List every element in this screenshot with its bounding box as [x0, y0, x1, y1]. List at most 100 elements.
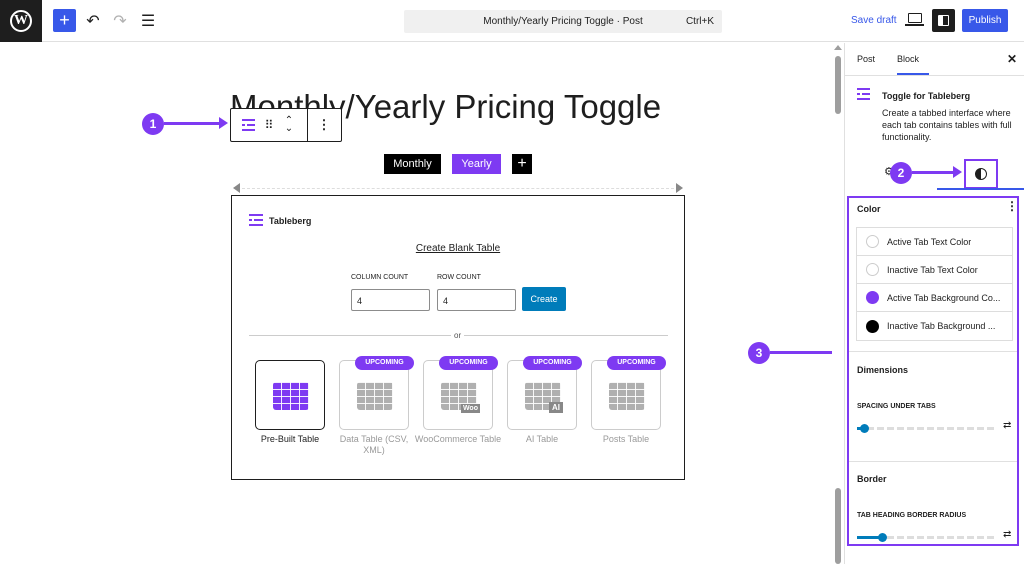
- canvas-scrollbar[interactable]: [832, 43, 844, 564]
- styles-tab-indicator: [937, 188, 1024, 190]
- scrollbar-thumb[interactable]: [835, 56, 841, 114]
- data-table-label: Data Table (CSV, XML): [339, 434, 409, 455]
- preview-icon[interactable]: [905, 13, 924, 26]
- row-count-input[interactable]: 4: [437, 289, 516, 311]
- color-item-inactive-text[interactable]: Inactive Tab Text Color: [857, 256, 1012, 284]
- color-options-icon[interactable]: ⋮: [1006, 200, 1018, 212]
- close-icon[interactable]: ✕: [1007, 52, 1017, 66]
- section-divider: [849, 351, 1017, 352]
- spacing-under-tabs-label: SPACING UNDER TABS: [857, 403, 936, 410]
- upcoming-badge: UPCOMING: [523, 356, 582, 370]
- tab-monthly[interactable]: Monthly: [384, 154, 441, 174]
- slider-thumb[interactable]: [878, 533, 887, 542]
- annotation-arrow-3: [770, 346, 848, 358]
- scroll-right-arrow-icon[interactable]: [676, 183, 683, 193]
- prebuilt-table-label: Pre-Built Table: [260, 434, 320, 444]
- tableberg-icon: [241, 119, 255, 131]
- tableberg-logo-icon: [249, 214, 263, 227]
- custom-size-icon[interactable]: ⇄: [1003, 420, 1011, 431]
- posts-table-icon: [609, 382, 645, 410]
- woocommerce-table-label: WooCommerce Table: [414, 434, 502, 444]
- section-divider: [849, 461, 1017, 462]
- undo-icon[interactable]: ↶: [82, 10, 104, 32]
- scroll-up-arrow-icon[interactable]: [834, 45, 842, 50]
- ai-table-label: AI Table: [525, 434, 559, 444]
- tab-yearly[interactable]: Yearly: [452, 154, 501, 174]
- move-down-icon[interactable]: ⌄: [285, 124, 293, 134]
- or-label: or: [451, 331, 465, 340]
- block-inserter-button[interactable]: +: [53, 9, 76, 32]
- prebuilt-table-tile[interactable]: [255, 360, 325, 430]
- command-palette-bar[interactable]: Monthly/Yearly Pricing Toggle · Post Ctr…: [404, 10, 722, 33]
- add-tab-button[interactable]: +: [512, 154, 532, 174]
- tableberg-brand-name: Tableberg: [269, 215, 312, 226]
- tab-block[interactable]: Block: [897, 54, 919, 64]
- block-type-button[interactable]: [235, 109, 261, 141]
- block-title: Toggle for Tableberg: [882, 91, 971, 101]
- color-item-active-text[interactable]: Active Tab Text Color: [857, 228, 1012, 256]
- tab-heading-border-radius-label: TAB HEADING BORDER RADIUS: [857, 512, 967, 519]
- color-swatch: [866, 291, 879, 304]
- column-count-input[interactable]: 4: [351, 289, 430, 311]
- color-item-inactive-bg[interactable]: Inactive Tab Background ...: [857, 312, 1012, 340]
- spacing-under-tabs-slider[interactable]: [857, 424, 995, 433]
- editor-topbar: W + ↶ ↷ ☰ Monthly/Yearly Pricing Toggle …: [0, 0, 1024, 42]
- save-draft-button[interactable]: Save draft: [851, 15, 897, 26]
- annotation-2: 2: [890, 162, 912, 184]
- document-title: Monthly/Yearly Pricing Toggle · Post: [483, 16, 643, 27]
- color-label: Active Tab Text Color: [887, 236, 972, 247]
- more-options-icon[interactable]: ⋮: [311, 109, 337, 141]
- dimensions-section-title: Dimensions: [857, 365, 909, 375]
- annotation-arrow-2: [912, 166, 962, 178]
- publish-button[interactable]: Publish: [962, 9, 1008, 32]
- color-swatch: [866, 263, 879, 276]
- prebuilt-table-icon: [273, 382, 309, 410]
- slider-thumb[interactable]: [860, 424, 869, 433]
- custom-size-icon[interactable]: ⇄: [1003, 529, 1011, 540]
- data-table-icon: [357, 382, 393, 410]
- tableberg-placeholder: Tableberg Create Blank Table COLUMN COUN…: [231, 195, 685, 480]
- color-section-title: Color: [857, 204, 881, 214]
- data-table-tile[interactable]: [339, 360, 409, 430]
- posts-table-tile[interactable]: [591, 360, 661, 430]
- color-swatch: [866, 319, 879, 333]
- posts-table-label: Posts Table: [602, 434, 650, 444]
- color-item-active-bg[interactable]: Active Tab Background Co...: [857, 284, 1012, 312]
- active-tab-indicator: [897, 73, 929, 75]
- editor-canvas: Monthly/Yearly Pricing Toggle ⠿ ⌃ ⌄ ⋮ Mo…: [0, 43, 848, 564]
- sidebar-tabs: Post Block ✕: [845, 43, 1024, 76]
- tab-post[interactable]: Post: [857, 54, 875, 64]
- upcoming-badge: UPCOMING: [439, 356, 498, 370]
- drag-handle-icon[interactable]: ⠿: [261, 109, 277, 141]
- ai-table-tile[interactable]: AI: [507, 360, 577, 430]
- styles-tab[interactable]: [964, 159, 998, 189]
- color-label: Active Tab Background Co...: [887, 292, 1001, 303]
- scroll-left-arrow-icon[interactable]: [233, 183, 240, 193]
- annotation-3: 3: [748, 342, 770, 364]
- settings-sidebar: Post Block ✕ Toggle for Tableberg Create…: [844, 43, 1024, 564]
- color-swatch: [866, 235, 879, 248]
- redo-icon[interactable]: ↷: [109, 10, 131, 32]
- tableberg-brand: Tableberg: [249, 214, 311, 227]
- block-toolbar: ⠿ ⌃ ⌄ ⋮: [230, 108, 342, 142]
- command-shortcut: Ctrl+K: [685, 16, 714, 27]
- color-list: Active Tab Text Color Inactive Tab Text …: [856, 227, 1013, 341]
- toolbar-divider: [307, 109, 308, 141]
- annotation-arrow-1: [164, 117, 228, 129]
- ai-table-icon: AI: [525, 382, 563, 413]
- scrollbar-thumb[interactable]: [835, 488, 841, 564]
- document-overview-icon[interactable]: ☰: [137, 10, 159, 32]
- border-section-title: Border: [857, 474, 887, 484]
- tab-heading-border-radius-slider[interactable]: [857, 533, 995, 542]
- color-label: Inactive Tab Background ...: [887, 321, 996, 331]
- create-blank-table-heading: Create Blank Table: [415, 243, 501, 254]
- annotation-1: 1: [142, 113, 164, 135]
- create-table-button[interactable]: Create: [522, 287, 566, 311]
- settings-sidebar-toggle-icon[interactable]: [932, 9, 955, 32]
- color-label: Inactive Tab Text Color: [887, 264, 978, 275]
- block-description: Create a tabbed interface where each tab…: [882, 108, 1012, 142]
- woocommerce-table-icon: Woo: [441, 382, 480, 413]
- wordpress-logo-button[interactable]: W: [0, 0, 42, 42]
- woocommerce-table-tile[interactable]: Woo: [423, 360, 493, 430]
- row-count-label: ROW COUNT: [437, 274, 481, 281]
